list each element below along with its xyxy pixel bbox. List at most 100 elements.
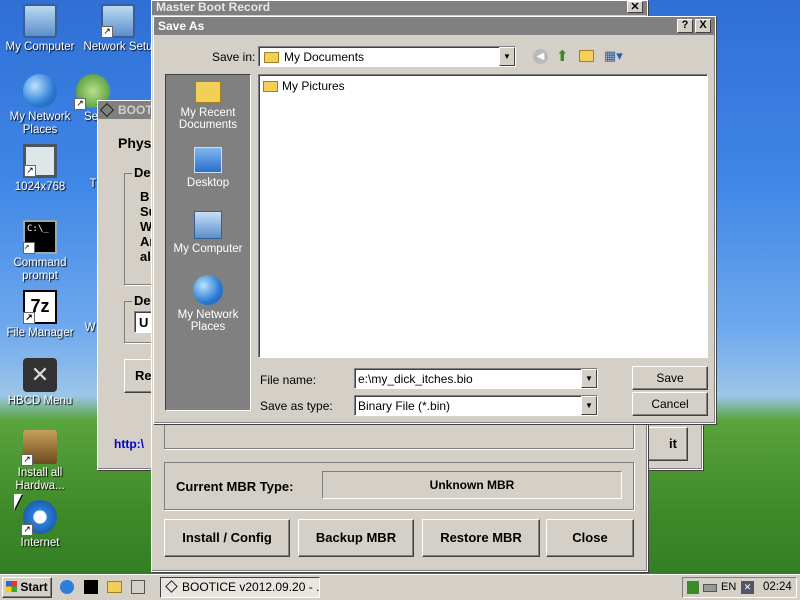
desktop-icon-hbcd-menu[interactable]: ✕ HBCD Menu: [2, 358, 78, 408]
bootice-homepage-link[interactable]: http:\: [114, 437, 144, 451]
network-icon: [193, 275, 223, 305]
recent-documents-icon: [195, 81, 221, 103]
save-in-label: Save in:: [212, 50, 256, 64]
view-menu-icon[interactable]: ▦▾: [604, 48, 623, 64]
save-as-title: Save As: [158, 19, 205, 33]
desktop-icon-network-setup[interactable]: Network Setu: [80, 4, 156, 54]
books-icon: [21, 430, 57, 466]
internet-explorer-icon: [21, 500, 57, 536]
computer-icon: [23, 4, 57, 38]
quick-launch-ie-icon[interactable]: [60, 580, 74, 594]
folder-icon: [263, 80, 278, 92]
desktop-icon-label: HBCD Menu: [7, 395, 73, 407]
network-tray-icon[interactable]: [687, 581, 699, 594]
desktop-icon-w[interactable]: W: [82, 322, 98, 335]
chevron-down-icon[interactable]: ▼: [499, 47, 515, 66]
back-icon[interactable]: ◀: [533, 49, 548, 64]
desktop-icon: [194, 147, 222, 173]
close-button[interactable]: Close: [546, 519, 634, 557]
drive-tray-icon[interactable]: [703, 584, 717, 592]
quick-launch-cmd-icon[interactable]: [84, 580, 98, 594]
save-button[interactable]: Save: [632, 366, 708, 390]
save-in-dropdown[interactable]: My Documents ▼: [258, 46, 516, 67]
close-dialog-button[interactable]: X: [695, 19, 711, 33]
places-bar: My Recent Documents Desktop My Computer …: [165, 74, 251, 411]
desktop-icon-command-prompt[interactable]: C:\_ Command prompt: [2, 220, 78, 283]
chevron-down-icon[interactable]: ▼: [581, 369, 597, 388]
tools-icon: ✕: [23, 358, 57, 392]
list-item-label: My Pictures: [282, 79, 345, 93]
quick-launch-explorer-icon[interactable]: [107, 581, 122, 593]
chevron-down-icon[interactable]: ▼: [581, 396, 597, 415]
desktop-icon-my-computer[interactable]: My Computer: [2, 4, 78, 54]
bootice-group-2-label: De: [132, 293, 153, 308]
file-name-input[interactable]: e:\my_dick_itches.bio ▼: [354, 368, 598, 389]
restore-mbr-label: Restore MBR: [440, 530, 522, 545]
help-button[interactable]: ?: [677, 19, 693, 33]
mbr-hidden-group: [164, 421, 634, 449]
windows-logo-icon: [6, 581, 18, 592]
place-label: My Computer: [173, 243, 243, 255]
quick-launch-desktop-icon[interactable]: [131, 580, 145, 594]
mouse-cursor-icon: [14, 494, 22, 510]
language-indicator[interactable]: EN: [721, 581, 736, 593]
file-name-label: File name:: [260, 373, 317, 387]
network-setup-icon: [101, 4, 135, 38]
7zip-icon: 7z: [23, 290, 57, 324]
up-folder-icon[interactable]: ⬆: [556, 47, 569, 65]
desktop-icon-install-hardware[interactable]: Install all Hardwa...: [2, 430, 78, 493]
monitor-icon: [23, 144, 57, 178]
desktop-icon-label: Internet: [20, 537, 60, 549]
computer-icon: [194, 211, 222, 239]
list-item[interactable]: My Pictures: [263, 79, 345, 93]
start-label: Start: [20, 580, 48, 594]
desktop-icon-label: Install all Hardwa...: [15, 467, 65, 492]
mbr-title: Master Boot Record: [156, 0, 271, 14]
desktop-icon-label: My Network Places: [9, 111, 71, 136]
bootice-re-label: Re: [135, 368, 152, 383]
place-label: My Recent Documents: [178, 107, 238, 131]
place-desktop[interactable]: Desktop: [166, 147, 250, 189]
place-label: Desktop: [186, 177, 230, 189]
install-config-button[interactable]: Install / Config: [164, 519, 290, 557]
desktop-icon-label: Network Setu: [83, 41, 153, 53]
start-button[interactable]: Start: [2, 577, 52, 598]
install-config-label: Install / Config: [182, 530, 272, 545]
desktop-icon-label: W: [84, 322, 96, 334]
mbr-close-button[interactable]: ✕: [627, 1, 643, 13]
desktop-icon-label: 1024x768: [14, 181, 66, 193]
file-name-value: e:\my_dick_itches.bio: [358, 372, 473, 386]
taskbar-button-label: BOOTICE v2012.09.20 - ...: [182, 580, 320, 594]
cancel-button[interactable]: Cancel: [632, 392, 708, 416]
place-my-computer[interactable]: My Computer: [166, 211, 250, 255]
bootice-tab-phys[interactable]: Phys: [118, 135, 151, 151]
network-places-icon: [23, 74, 57, 108]
desktop-icon-file-manager[interactable]: 7z File Manager: [2, 290, 78, 340]
taskbar-button-bootice[interactable]: BOOTICE v2012.09.20 - ...: [160, 577, 320, 598]
backup-mbr-button[interactable]: Backup MBR: [298, 519, 414, 557]
system-tray: EN ✕ 02:24: [682, 577, 797, 598]
save-as-titlebar[interactable]: Save As ? X: [154, 17, 715, 35]
folder-icon: [264, 52, 279, 63]
desktop-icon-label: File Manager: [6, 327, 74, 339]
bootice-exit-label: it: [669, 436, 677, 451]
mbr-titlebar[interactable]: Master Boot Record ✕: [152, 0, 647, 15]
save-as-dialog[interactable]: Save As ? X Save in: My Documents ▼ ◀ ⬆ …: [153, 16, 716, 424]
desktop-icon-my-network-places[interactable]: My Network Places: [2, 74, 78, 137]
place-my-recent-documents[interactable]: My Recent Documents: [166, 81, 250, 131]
save-as-type-select[interactable]: Binary File (*.bin) ▼: [354, 395, 598, 416]
bootice-task-icon: [165, 580, 178, 593]
save-as-type-label: Save as type:: [260, 399, 333, 413]
safe-remove-tray-icon[interactable]: ✕: [741, 581, 754, 594]
file-list[interactable]: My Pictures: [258, 74, 708, 358]
bootice-disk-select-value: U: [139, 315, 149, 330]
taskbar: Start BOOTICE v2012.09.20 - ... EN ✕ 02:…: [0, 574, 800, 600]
mbr-current-type-value: Unknown MBR: [429, 478, 515, 492]
cancel-label: Cancel: [651, 397, 689, 411]
place-my-network-places[interactable]: My Network Places: [166, 275, 250, 333]
place-label: My Network Places: [177, 309, 239, 333]
new-folder-icon[interactable]: [579, 50, 594, 62]
mbr-current-type-label: Current MBR Type:: [176, 479, 294, 494]
restore-mbr-button[interactable]: Restore MBR: [422, 519, 540, 557]
desktop-icon-resolution[interactable]: 1024x768: [2, 144, 78, 194]
